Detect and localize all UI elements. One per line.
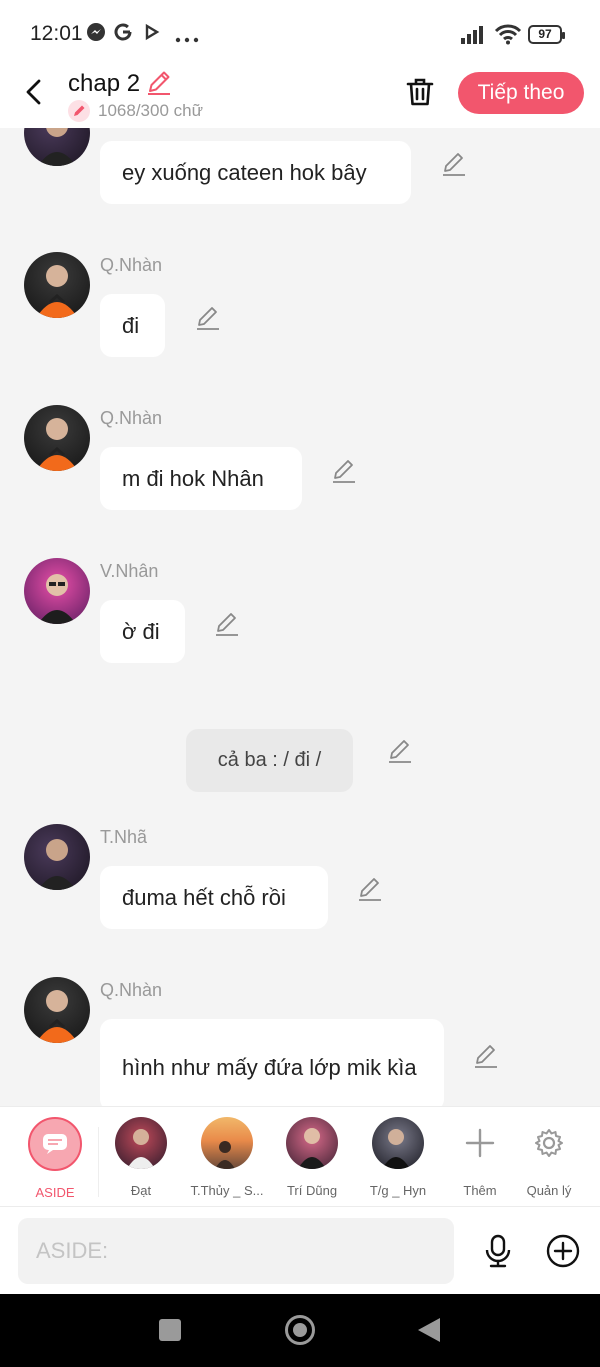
sender-name: V.Nhân <box>100 561 159 581</box>
status-bar: 12:01 97 <box>0 0 600 64</box>
sender-name: T.Nhã <box>100 827 148 847</box>
pencil-icon <box>475 1045 497 1068</box>
back-button[interactable] <box>18 76 50 108</box>
avatar-vnhan[interactable] <box>24 558 90 624</box>
message-bubble[interactable]: ey xuống cateen hok bây <box>100 141 411 204</box>
message-input[interactable] <box>18 1218 454 1284</box>
edit-message-button[interactable] <box>195 305 221 331</box>
avatar-qnhan[interactable] <box>24 405 90 471</box>
edit-message-button[interactable] <box>331 458 357 484</box>
manage-button[interactable]: Quản lý <box>499 1117 599 1198</box>
chat-area[interactable]: ey xuống cateen hok bây Q.Nhàn đi Q.Nhàn… <box>0 128 600 1106</box>
chevron-left-icon <box>26 79 41 105</box>
character-label: Quản lý <box>526 1183 572 1198</box>
word-count-icon <box>68 100 90 122</box>
home-button[interactable] <box>285 1315 315 1345</box>
pencil-icon <box>389 740 411 763</box>
character-bar: ASIDE Đạt T.Thủy _ S... Trí Dũng T/g _ H… <box>0 1106 600 1206</box>
edit-message-button[interactable] <box>441 151 467 177</box>
gear-icon <box>523 1117 575 1169</box>
pencil-icon <box>333 460 355 483</box>
add-button[interactable] <box>545 1233 581 1274</box>
sender-name: Q.Nhàn <box>100 255 163 275</box>
wifi-icon <box>494 23 522 50</box>
chapter-title: chap 2 <box>68 70 141 97</box>
more-notifications-icon <box>175 30 199 48</box>
messenger-icon <box>86 22 106 47</box>
chat-bubble-icon <box>43 1134 67 1154</box>
avatar-tnha[interactable] <box>24 128 90 166</box>
character-label: Trí Dũng <box>286 1183 338 1198</box>
avatar-qnhan[interactable] <box>24 252 90 318</box>
input-bar <box>0 1206 600 1294</box>
avatar <box>286 1117 338 1169</box>
google-icon <box>113 22 133 47</box>
edit-title-button[interactable] <box>146 69 172 100</box>
system-nav-bar <box>0 1294 600 1367</box>
pencil-icon <box>216 613 238 636</box>
signal-icon <box>460 24 488 49</box>
plus-circle-icon <box>546 1234 580 1268</box>
delete-button[interactable] <box>404 76 436 113</box>
next-button[interactable]: Tiếp theo <box>458 72 584 114</box>
editor-header: chap 2 1068/300 chữ Tiếp theo <box>0 64 600 128</box>
word-count-text: 1068/300 chữ <box>98 101 203 120</box>
edit-message-button[interactable] <box>357 876 383 902</box>
character-label: Đạt <box>130 1183 152 1198</box>
character-label: ASIDE <box>35 1185 75 1200</box>
microphone-icon <box>485 1234 511 1268</box>
character-aside[interactable]: ASIDE <box>5 1117 105 1200</box>
message-bubble[interactable]: đi <box>100 294 165 357</box>
avatar <box>372 1117 424 1169</box>
trash-icon <box>406 78 434 106</box>
character-tridung[interactable]: Trí Dũng <box>262 1117 362 1198</box>
aside-avatar <box>28 1117 82 1171</box>
edit-message-button[interactable] <box>214 611 240 637</box>
edit-message-button[interactable] <box>387 738 413 764</box>
pencil-icon <box>148 71 170 95</box>
avatar-qnhan[interactable] <box>24 977 90 1043</box>
system-back-button[interactable] <box>418 1318 440 1342</box>
battery-indicator: 97 <box>528 25 565 44</box>
message-bubble[interactable]: hình như mấy đứa lớp mik kìa <box>100 1019 444 1106</box>
word-count: 1068/300 chữ <box>68 100 203 122</box>
message-bubble[interactable]: m đi hok Nhân <box>100 447 302 510</box>
play-icon <box>143 22 161 47</box>
character-dat[interactable]: Đạt <box>91 1117 191 1198</box>
avatar <box>201 1117 253 1169</box>
pencil-icon <box>443 153 465 176</box>
avatar <box>115 1117 167 1169</box>
pencil-icon <box>197 307 219 330</box>
sender-name: Q.Nhàn <box>100 980 163 1000</box>
message-bubble[interactable]: ờ đi <box>100 600 185 663</box>
status-time: 12:01 <box>30 22 83 45</box>
sender-name: Q.Nhàn <box>100 408 163 428</box>
pencil-icon <box>359 878 381 901</box>
microphone-button[interactable] <box>480 1233 516 1274</box>
edit-message-button[interactable] <box>473 1043 499 1069</box>
recents-button[interactable] <box>159 1319 181 1341</box>
aside-bubble[interactable]: cả ba : / đi / <box>186 729 353 792</box>
message-bubble[interactable]: đuma hết chỗ rồi <box>100 866 328 929</box>
avatar-tnha[interactable] <box>24 824 90 890</box>
